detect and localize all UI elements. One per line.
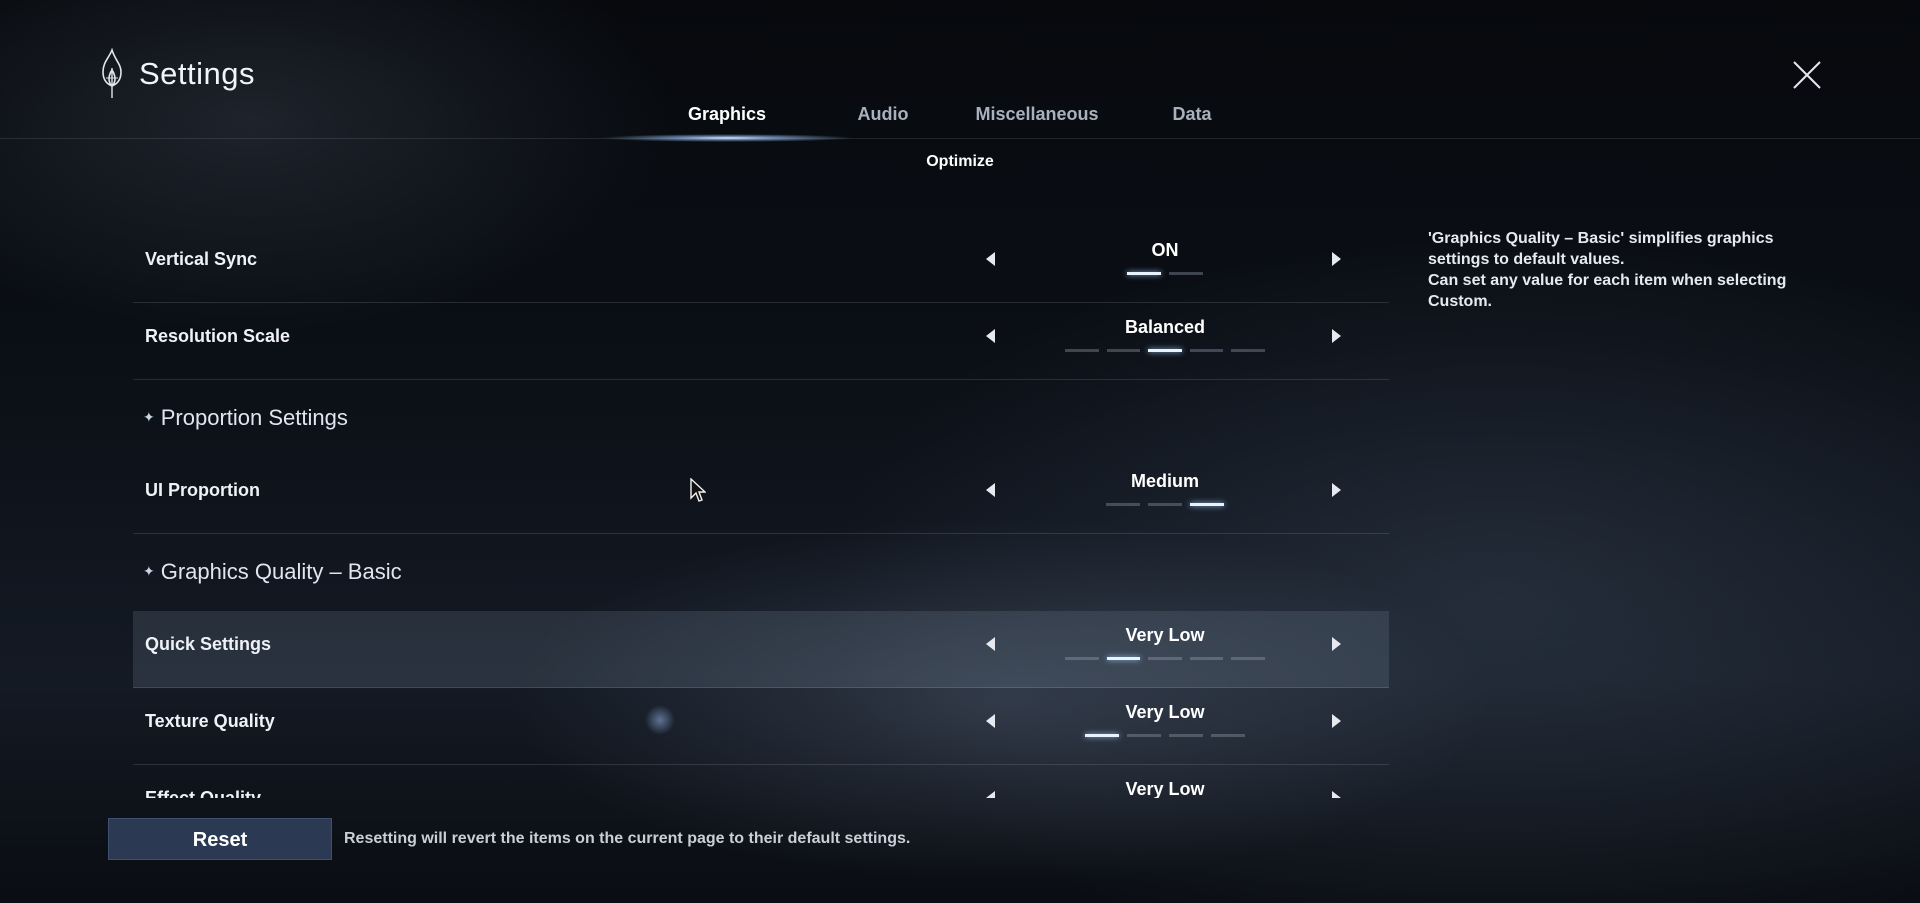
setting-label: Vertical Sync — [145, 249, 258, 269]
level-segment — [1127, 734, 1161, 737]
chevron-right-icon[interactable] — [1325, 633, 1347, 655]
chevron-left-icon[interactable] — [980, 710, 1002, 732]
tab-bar: Graphics Audio Miscellaneous Data — [0, 100, 1920, 140]
section-title: Proportion Settings — [160, 405, 348, 430]
subtab-optimize[interactable]: Optimize — [926, 153, 994, 171]
level-segment — [1148, 349, 1182, 352]
level-segment — [1211, 734, 1245, 737]
setting-value: ON — [1151, 240, 1179, 260]
chevron-left-icon[interactable] — [980, 787, 1002, 798]
level-segment — [1085, 734, 1119, 737]
info-text: Can set any value for each item when sel… — [1428, 272, 1787, 310]
setting-row-effect-quality: Effect Quality Very Low — [133, 765, 1389, 798]
setting-value: Medium — [1130, 471, 1199, 491]
level-indicator — [1065, 349, 1265, 352]
level-segment — [1127, 272, 1161, 275]
reset-note: Resetting will revert the items on the c… — [344, 830, 911, 847]
setting-value: Very Low — [1125, 779, 1205, 798]
page-title: Settings — [139, 56, 256, 91]
level-segment — [1189, 657, 1224, 660]
chevron-left-icon[interactable] — [980, 248, 1002, 270]
close-icon[interactable] — [1790, 58, 1824, 92]
tab-audio[interactable]: Audio — [858, 104, 909, 125]
setting-label: Resolution Scale — [145, 326, 291, 346]
setting-value: Very Low — [1125, 702, 1205, 722]
chevron-right-icon[interactable] — [1325, 787, 1347, 798]
sparkle-icon: ✦ — [143, 409, 155, 425]
level-segment — [1106, 657, 1141, 660]
chevron-right-icon[interactable] — [1325, 710, 1347, 732]
chevron-left-icon[interactable] — [980, 479, 1002, 501]
section-graphics-quality-basic: ✦ Graphics Quality – Basic — [133, 534, 1389, 611]
footer: Reset Resetting will revert the items on… — [108, 818, 910, 860]
active-tab-indicator — [600, 134, 855, 142]
tab-miscellaneous[interactable]: Miscellaneous — [975, 104, 1098, 125]
setting-row-texture-quality: Texture Quality Very Low — [133, 688, 1389, 765]
level-segment — [1231, 657, 1265, 660]
chevron-left-icon[interactable] — [980, 325, 1002, 347]
setting-value: Balanced — [1124, 317, 1206, 337]
level-segment — [1169, 272, 1203, 275]
tab-divider — [0, 138, 1920, 139]
setting-label: UI Proportion — [145, 480, 260, 500]
setting-row-vertical-sync: Vertical Sync ON — [133, 226, 1389, 303]
level-segment — [1190, 503, 1224, 506]
flame-logo-icon — [102, 48, 122, 98]
section-proportion-settings: ✦ Proportion Settings — [133, 380, 1389, 457]
setting-label: Effect Quality — [145, 788, 262, 798]
sparkle-effect — [645, 705, 675, 735]
tab-graphics[interactable]: Graphics — [688, 104, 766, 125]
header: Settings — [95, 48, 255, 100]
level-segment — [1231, 349, 1265, 352]
setting-row-resolution-scale: Resolution Scale Balanced — [133, 303, 1389, 380]
settings-list: Vertical Sync ON Resolution Scale Balanc… — [133, 226, 1389, 798]
level-segment — [1148, 657, 1182, 660]
setting-row-quick-settings[interactable]: Quick Settings Very Low — [133, 611, 1389, 688]
level-indicator — [1065, 657, 1265, 660]
info-text: 'Graphics Quality – Basic' simplifies gr… — [1428, 230, 1774, 268]
level-segment — [1169, 734, 1203, 737]
setting-label: Texture Quality — [145, 711, 275, 731]
level-indicator — [1065, 503, 1265, 506]
setting-value: Very Low — [1125, 625, 1205, 645]
level-segment — [1065, 349, 1099, 352]
level-indicator — [1065, 272, 1265, 275]
level-segment — [1148, 503, 1182, 506]
level-segment — [1106, 349, 1141, 352]
setting-row-ui-proportion: UI Proportion Medium — [133, 457, 1389, 534]
setting-label: Quick Settings — [145, 634, 272, 654]
level-segment — [1189, 349, 1224, 352]
level-segment — [1065, 657, 1099, 660]
tab-data[interactable]: Data — [1172, 104, 1211, 125]
level-segment — [1106, 503, 1140, 506]
info-panel: 'Graphics Quality – Basic' simplifies gr… — [1428, 228, 1818, 312]
section-title: Graphics Quality – Basic — [160, 559, 402, 584]
chevron-right-icon[interactable] — [1325, 479, 1347, 501]
mouse-cursor-icon — [690, 478, 706, 502]
chevron-right-icon[interactable] — [1325, 248, 1347, 270]
chevron-left-icon[interactable] — [980, 633, 1002, 655]
reset-button[interactable]: Reset — [108, 818, 332, 860]
chevron-right-icon[interactable] — [1325, 325, 1347, 347]
level-indicator — [1065, 734, 1265, 737]
sparkle-icon: ✦ — [143, 563, 155, 579]
